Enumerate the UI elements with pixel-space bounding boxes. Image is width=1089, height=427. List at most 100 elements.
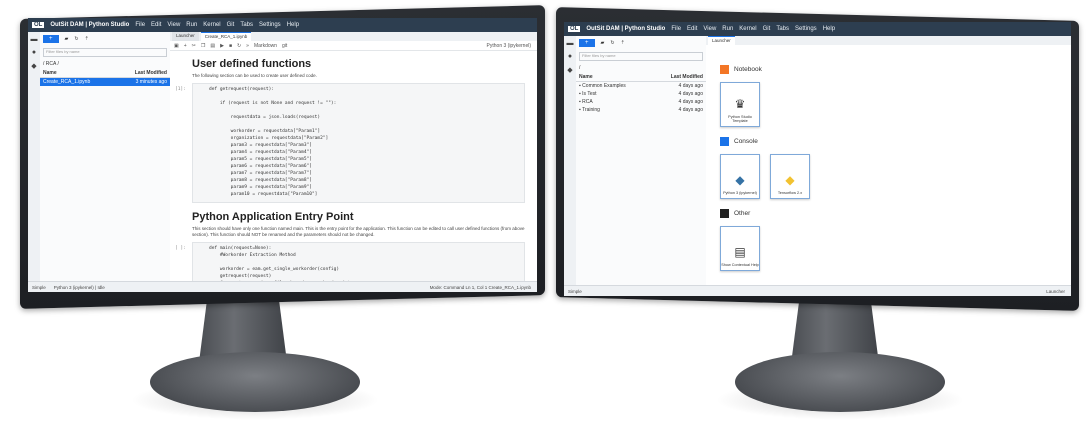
menu-file[interactable]: File (135, 22, 145, 28)
brand-logo: OL (32, 22, 45, 28)
column-modified[interactable]: Last Modified (135, 70, 167, 76)
menu-file[interactable]: File (671, 26, 681, 32)
tab-launcher[interactable]: Launcher (172, 32, 199, 41)
menu-kernel[interactable]: Kernel (739, 26, 756, 32)
simple-mode-toggle[interactable]: Simple (568, 289, 582, 294)
card-label: Tensorflow 2.x (777, 191, 803, 195)
git-label[interactable]: git (282, 43, 287, 49)
menu-tabs[interactable]: Tabs (240, 22, 253, 28)
simple-mode-toggle[interactable]: Simple (32, 285, 46, 290)
cell-prompt: [ ]: (175, 246, 186, 252)
column-name[interactable]: Name (579, 74, 593, 80)
menu-run[interactable]: Run (186, 22, 197, 28)
fast-forward-icon[interactable]: » (246, 43, 249, 49)
launcher-card-tensorflow[interactable]: ◆ Tensorflow 2.x (770, 154, 810, 199)
launcher-card-python3[interactable]: ◆ Python 3 (ipykernel) (720, 154, 760, 199)
column-modified[interactable]: Last Modified (671, 74, 703, 80)
file-browser: + ▰ ↻ ⇡ Filter files by name / Name Last… (576, 36, 707, 286)
file-list-header: Name Last Modified (576, 73, 706, 82)
launcher-card-help[interactable]: ▤ Show Contextual Help (720, 226, 760, 271)
console-icon (720, 137, 729, 146)
file-browser-toolbar: + ▰ ↻ ⇡ (40, 32, 170, 46)
python-icon: ◆ (735, 173, 745, 187)
launcher-card-template[interactable]: ♛ Python Studio Template (720, 82, 760, 127)
file-filter-input[interactable]: Filter files by name (579, 52, 703, 61)
notebook-area: Launcher Create_RCA_1.ipynb ▣ + ✂ ❐ ▤ ▶ … (170, 32, 537, 292)
status-right: Launcher (1046, 288, 1065, 294)
run-icon[interactable]: ▶ (220, 43, 224, 49)
folder-name: ▪ Training (579, 107, 600, 113)
notebook-cards: ♛ Python Studio Template (720, 82, 1071, 127)
menu-help[interactable]: Help (287, 22, 299, 28)
new-folder-icon[interactable]: ▰ (65, 36, 69, 42)
file-row[interactable]: Create_RCA_1.ipynb 3 minutes ago (40, 78, 170, 86)
launcher: Notebook ♛ Python Studio Template Consol… (706, 45, 1071, 271)
menu-settings[interactable]: Settings (795, 26, 817, 32)
upload-icon[interactable]: ⇡ (621, 40, 625, 46)
paste-icon[interactable]: ▤ (210, 43, 215, 49)
file-filter-input[interactable]: Filter files by name (43, 48, 167, 57)
running-icon[interactable]: ● (32, 49, 36, 56)
menu-edit[interactable]: Edit (687, 26, 697, 32)
breadcrumb[interactable]: / (576, 63, 706, 73)
cut-icon[interactable]: ✂ (192, 43, 196, 49)
new-launcher-button[interactable]: + (579, 39, 595, 47)
breadcrumb[interactable]: / RCA / (40, 59, 170, 69)
other-section-title: Other (720, 209, 1071, 218)
code-cell[interactable]: [1]: def getrequest(request): if (reques… (175, 83, 525, 203)
git-icon[interactable]: ◆ (31, 62, 36, 70)
refresh-icon[interactable]: ↻ (74, 36, 78, 42)
upload-icon[interactable]: ⇡ (85, 36, 89, 42)
file-browser: + ▰ ↻ ⇡ Filter files by name / RCA / Nam… (40, 32, 171, 282)
folder-row[interactable]: ▪ RCA 4 days ago (576, 98, 706, 106)
card-label: Show Contextual Help (721, 263, 759, 267)
menu-view[interactable]: View (167, 22, 180, 28)
menu-git[interactable]: Git (227, 22, 235, 28)
folder-modified: 4 days ago (678, 83, 703, 89)
new-launcher-button[interactable]: + (43, 35, 59, 43)
tab-notebook[interactable]: Create_RCA_1.ipynb (200, 32, 252, 41)
card-label: Python Studio Template (728, 115, 752, 123)
status-bar: Simple Launcher (564, 285, 1071, 296)
new-folder-icon[interactable]: ▰ (601, 40, 605, 46)
file-browser-toolbar: + ▰ ↻ ⇡ (576, 36, 706, 50)
left-screen: OL OutSit DAM | Python Studio File Edit … (28, 18, 537, 292)
tab-bar: Launcher (706, 36, 1071, 45)
folder-icon[interactable]: ▬ (31, 36, 38, 43)
stop-icon[interactable]: ■ (229, 43, 232, 49)
code-line: #Workorder Extraction Method (209, 253, 296, 259)
terminal-icon (720, 209, 729, 218)
menu-help[interactable]: Help (823, 26, 835, 32)
git-icon[interactable]: ◆ (567, 66, 572, 74)
menu-run[interactable]: Run (722, 26, 733, 32)
folder-row[interactable]: ▪ Common Examples 4 days ago (576, 82, 706, 90)
folder-name: ▪ Is Test (579, 91, 597, 97)
kernel-name[interactable]: Python 3 (ipykernel) (487, 43, 537, 49)
folder-modified: 4 days ago (678, 91, 703, 97)
code-line: param9 = requestdata["Param9"] (209, 184, 312, 190)
code-line: requestdata = json.loads(request) (209, 115, 321, 121)
menu-kernel[interactable]: Kernel (203, 22, 220, 28)
menu-tabs[interactable]: Tabs (776, 26, 789, 32)
copy-icon[interactable]: ❐ (201, 43, 205, 49)
folder-icon[interactable]: ▬ (567, 40, 574, 47)
menu-edit[interactable]: Edit (151, 22, 161, 28)
save-icon[interactable]: ▣ (174, 43, 179, 49)
folder-label: Is Test (582, 91, 597, 97)
cell-type-select[interactable]: Markdown (254, 43, 277, 49)
folder-modified: 4 days ago (678, 99, 703, 105)
menu-view[interactable]: View (703, 26, 716, 32)
folder-row[interactable]: ▪ Is Test 4 days ago (576, 90, 706, 98)
add-cell-icon[interactable]: + (184, 43, 187, 49)
refresh-icon[interactable]: ↻ (610, 40, 614, 46)
tab-launcher[interactable]: Launcher (708, 36, 735, 45)
folder-row[interactable]: ▪ Training 4 days ago (576, 106, 706, 114)
restart-icon[interactable]: ↻ (237, 43, 241, 49)
menu-settings[interactable]: Settings (259, 22, 281, 28)
notebook-section-label: Notebook (734, 66, 762, 73)
menu-git[interactable]: Git (763, 26, 771, 32)
running-icon[interactable]: ● (568, 53, 572, 60)
status-right: Mode: Command Ln 1, Col 1 Create_RCA_1.i… (429, 284, 531, 290)
status-bar: Simple Python 3 (ipykernel) | Idle Mode:… (28, 281, 537, 292)
column-name[interactable]: Name (43, 70, 57, 76)
